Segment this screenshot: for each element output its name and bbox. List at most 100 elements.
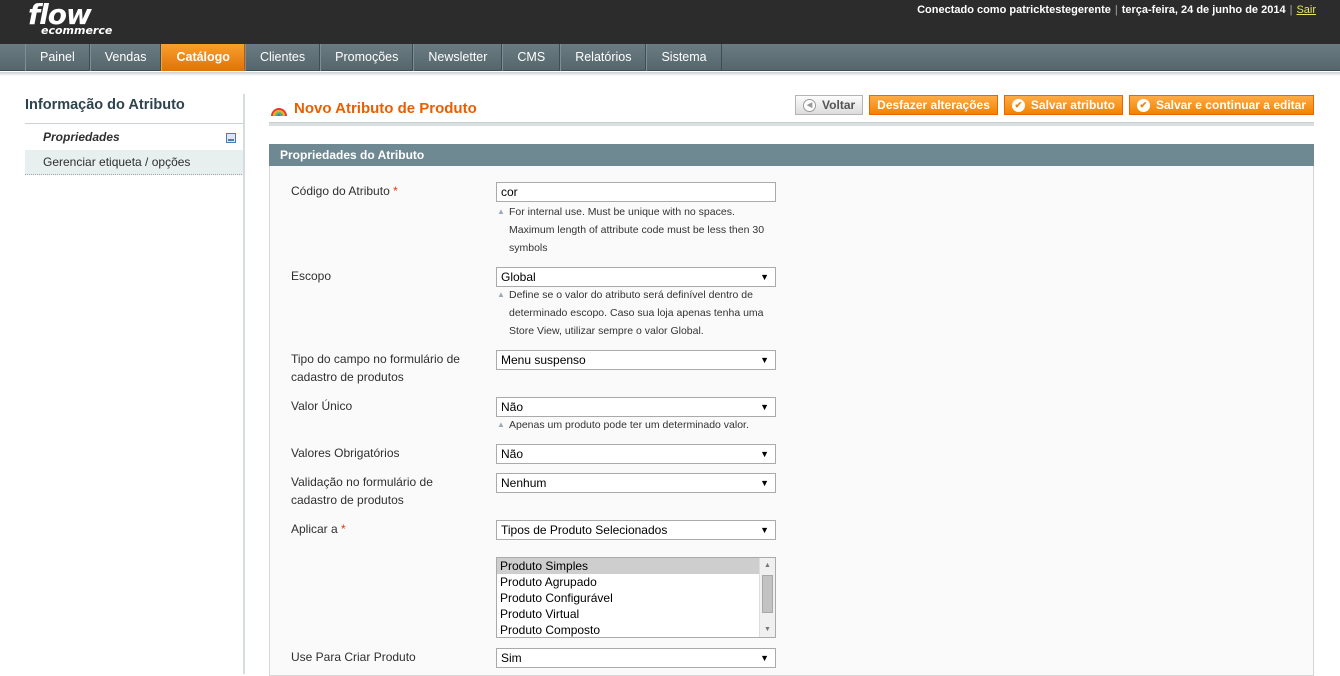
admin-header: flow ecommerce Conectado como patricktes… <box>0 0 1340 44</box>
nav-item-relatorios[interactable]: Relatórios <box>560 44 647 71</box>
nav-item-cms[interactable]: CMS <box>502 44 561 71</box>
dropdown-arrow-icon: ▼ <box>760 653 769 663</box>
rainbow-icon <box>271 108 287 117</box>
form-buttons: ◀ Voltar Desfazer alterações ✔ Salvar atri… <box>795 95 1314 115</box>
unique-select[interactable]: Não ▼ <box>496 397 776 417</box>
select-value: Sim <box>501 651 522 665</box>
label-text: Código do Atributo <box>291 184 390 198</box>
unique-label: Valor Único <box>291 399 353 413</box>
sidebar-divider <box>243 94 245 674</box>
label-text: Aplicar a <box>291 522 338 536</box>
reset-button[interactable]: Desfazer alterações <box>869 95 998 115</box>
title-divider <box>269 122 1314 126</box>
flow-ecommerce-logo[interactable]: flow ecommerce <box>28 0 112 37</box>
check-icon: ✔ <box>1136 98 1150 112</box>
note-line: Apenas um produto pode ter um determinad… <box>509 419 749 431</box>
nav-shadow <box>0 72 1340 76</box>
separator: | <box>1289 4 1293 16</box>
nav-item-promocoes[interactable]: Promoções <box>320 44 414 71</box>
note-line: determinado escopo. Caso sua loja apenas… <box>509 307 764 319</box>
required-values-label: Valores Obrigatórios <box>291 446 400 460</box>
changed-icon <box>226 133 236 143</box>
page-title-text: Novo Atributo de Produto <box>294 100 477 117</box>
tab-label: Propriedades <box>43 130 120 144</box>
back-label: Voltar <box>822 98 856 112</box>
nav-item-newsletter[interactable]: Newsletter <box>413 44 503 71</box>
label-line: Tipo do campo no formulário de <box>291 352 460 366</box>
nav-item-vendas[interactable]: Vendas <box>89 44 162 71</box>
apply-to-label: Aplicar a * <box>291 520 481 538</box>
page-title: Novo Atributo de Produto <box>270 96 477 122</box>
scroll-up-icon[interactable]: ▲ <box>760 558 775 573</box>
validation-label: Validação no formulário de cadastro de p… <box>291 473 481 509</box>
required-marker: * <box>393 184 398 198</box>
scope-select[interactable]: Global ▼ <box>496 267 776 287</box>
note-line: For internal use. Must be unique with no… <box>509 206 735 218</box>
nav-item-clientes[interactable]: Clientes <box>244 44 321 71</box>
scope-label: Escopo <box>291 269 332 283</box>
select-value: Não <box>501 400 524 414</box>
list-option[interactable]: Produto Virtual <box>497 606 760 622</box>
logout-link[interactable]: Sair <box>1296 4 1316 16</box>
use-to-create-label: Use Para Criar Produto <box>291 650 416 664</box>
scroll-down-icon[interactable]: ▼ <box>760 622 775 637</box>
select-value: Menu suspenso <box>501 353 586 367</box>
note-line: Define se o valor do atributo será defin… <box>509 289 753 301</box>
dropdown-arrow-icon: ▼ <box>760 272 769 282</box>
note-arrow-icon: ▲ <box>497 290 505 299</box>
product-types-multiselect[interactable]: Produto Simples Produto Agrupado Produto… <box>496 557 776 638</box>
use-to-create-select[interactable]: Sim ▼ <box>496 648 776 668</box>
tab-label: Gerenciar etiqueta / opções <box>43 155 191 169</box>
dropdown-arrow-icon: ▼ <box>760 355 769 365</box>
note-line: Maximum length of attribute code must be… <box>509 224 765 236</box>
nav-item-catalogo[interactable]: Catálogo <box>161 44 245 71</box>
separator: | <box>1114 4 1118 16</box>
attribute-code-label: Código do Atributo * <box>291 182 481 200</box>
dropdown-arrow-icon: ▼ <box>760 402 769 412</box>
label-line: cadastro de produtos <box>291 370 404 384</box>
list-option[interactable]: Produto Agrupado <box>497 574 760 590</box>
input-type-label: Tipo do campo no formulário de cadastro … <box>291 350 481 386</box>
save-continue-button[interactable]: ✔ Salvar e continuar a editar <box>1128 95 1314 115</box>
reset-label: Desfazer alterações <box>877 98 990 112</box>
note-line: symbols <box>509 242 548 254</box>
back-arrow-icon: ◀ <box>803 98 817 112</box>
attribute-code-input[interactable]: cor <box>496 182 776 202</box>
save-continue-label: Salvar e continuar a editar <box>1155 98 1306 112</box>
note-arrow-icon: ▲ <box>497 420 505 429</box>
section-header: Propriedades do Atributo <box>269 144 1314 166</box>
scrollbar-thumb[interactable] <box>762 575 773 613</box>
list-option[interactable]: Produto Configurável <box>497 590 760 606</box>
listbox-scrollbar[interactable]: ▲ ▼ <box>759 558 775 637</box>
apply-to-select[interactable]: Tipos de Produto Selecionados ▼ <box>496 520 776 540</box>
dropdown-arrow-icon: ▼ <box>760 525 769 535</box>
current-date: terça-feira, 24 de junho de 2014 <box>1121 4 1286 16</box>
tab-gerenciar-etiqueta[interactable]: Gerenciar etiqueta / opções <box>25 150 244 175</box>
scope-note: ▲ Define se o valor do atributo será def… <box>497 286 777 340</box>
dropdown-arrow-icon: ▼ <box>760 449 769 459</box>
check-icon: ✔ <box>1011 98 1025 112</box>
note-line: Store View, utilizar sempre o valor Glob… <box>509 325 704 337</box>
attribute-code-note: ▲ For internal use. Must be unique with … <box>497 203 777 257</box>
validation-select[interactable]: Nenhum ▼ <box>496 473 776 493</box>
select-value: Nenhum <box>501 476 547 490</box>
select-value: Tipos de Produto Selecionados <box>501 523 668 537</box>
divider <box>25 123 245 124</box>
save-label: Salvar atributo <box>1030 98 1115 112</box>
nav-item-painel[interactable]: Painel <box>25 44 90 71</box>
list-option[interactable]: Produto Simples <box>497 558 760 574</box>
tab-propriedades[interactable]: Propriedades <box>25 125 244 150</box>
label-line: cadastro de produtos <box>291 493 404 507</box>
back-button[interactable]: ◀ Voltar <box>795 95 864 115</box>
list-option[interactable]: Produto Composto <box>497 622 760 638</box>
required-values-select[interactable]: Não ▼ <box>496 444 776 464</box>
logged-in-text: Conectado como patricktestegerente <box>917 4 1111 16</box>
nav-item-sistema[interactable]: Sistema <box>646 44 722 71</box>
logo-ecommerce-text: ecommerce <box>41 24 113 37</box>
main-nav: Painel Vendas Catálogo Clientes Promoçõe… <box>0 44 1340 71</box>
section-body <box>269 166 1314 676</box>
input-type-select[interactable]: Menu suspenso ▼ <box>496 350 776 370</box>
unique-note: ▲ Apenas um produto pode ter um determin… <box>497 416 777 434</box>
header-user-info: Conectado como patricktestegerente | terça… <box>917 4 1316 16</box>
save-button[interactable]: ✔ Salvar atributo <box>1003 95 1123 115</box>
